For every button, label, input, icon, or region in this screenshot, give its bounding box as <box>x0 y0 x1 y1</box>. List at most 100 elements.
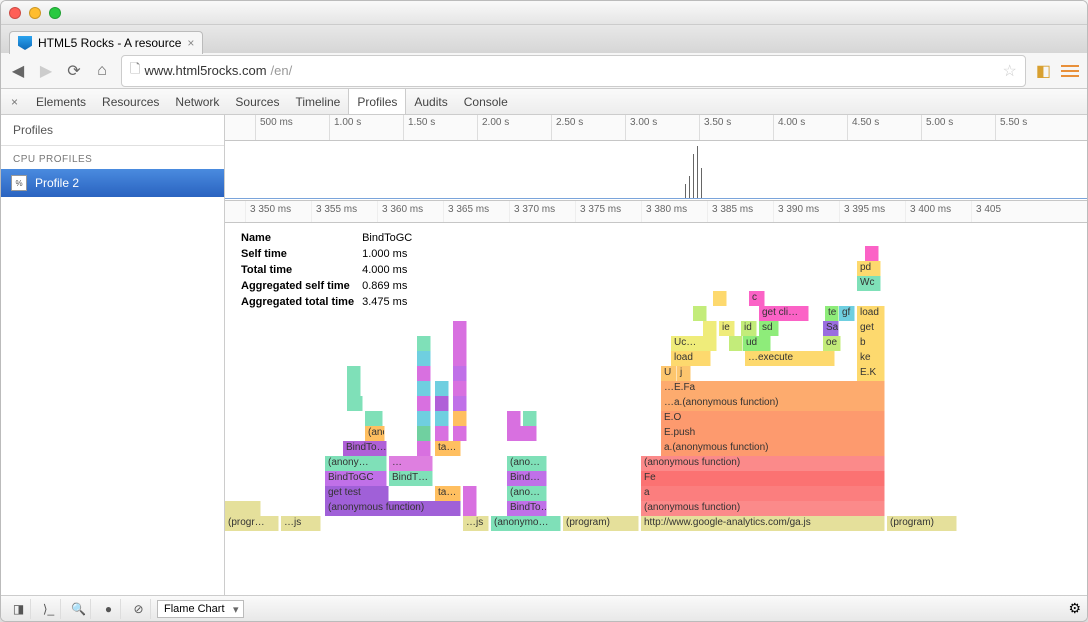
flame-bar[interactable]: sd <box>759 321 779 336</box>
flame-bar[interactable] <box>417 426 431 441</box>
flame-bar[interactable] <box>435 426 449 441</box>
bookmark-star-icon[interactable]: ☆ <box>1003 61 1017 81</box>
flame-bar[interactable] <box>417 366 431 381</box>
flame-bar[interactable] <box>453 381 467 396</box>
flame-bar[interactable] <box>417 381 431 396</box>
flame-bar[interactable] <box>453 396 467 411</box>
devtools-tab-profiles[interactable]: Profiles <box>348 89 406 114</box>
flame-bar[interactable]: (progr… <box>225 516 279 531</box>
flame-bar[interactable]: (anonymous function) <box>641 501 885 516</box>
settings-gear-icon[interactable]: ⚙ <box>1068 600 1081 617</box>
flame-bar[interactable]: E.O <box>661 411 885 426</box>
flame-bar[interactable]: Wc <box>857 276 881 291</box>
flame-bar[interactable]: gf <box>839 306 855 321</box>
flame-bar[interactable]: (program) <box>563 516 639 531</box>
flame-bar[interactable] <box>435 381 449 396</box>
flame-bar[interactable]: get test <box>325 486 389 501</box>
view-mode-select[interactable]: Flame Chart <box>157 600 244 618</box>
flame-bar[interactable]: ud <box>743 336 771 351</box>
flame-bar[interactable] <box>435 411 449 426</box>
flame-bar[interactable]: Uc… <box>671 336 717 351</box>
flame-bar[interactable]: Sa <box>823 321 839 336</box>
flame-bar[interactable]: pd <box>857 261 881 276</box>
flame-bar[interactable] <box>347 381 361 396</box>
flame-bar[interactable]: …execute <box>745 351 835 366</box>
flame-bar[interactable] <box>463 486 477 501</box>
flame-bar[interactable]: (anonymo… <box>491 516 561 531</box>
flame-bar[interactable]: get cli… <box>759 306 809 321</box>
extension-icon[interactable]: ◧ <box>1036 61 1051 81</box>
flame-bar[interactable]: (anony… <box>325 456 387 471</box>
reload-button[interactable]: ⟳ <box>65 62 83 80</box>
flame-bar[interactable]: a.(anonymous function) <box>661 441 885 456</box>
flame-bar[interactable] <box>453 426 467 441</box>
search-icon[interactable]: 🔍 <box>67 599 91 619</box>
flame-bar[interactable]: ta… <box>435 486 461 501</box>
flame-bar[interactable] <box>703 321 717 336</box>
flame-bar[interactable]: BindToGC <box>325 471 387 486</box>
flame-bar[interactable]: load <box>857 306 885 321</box>
flame-bar[interactable] <box>507 411 521 426</box>
flame-bar[interactable]: j <box>677 366 691 381</box>
devtools-tab-elements[interactable]: Elements <box>28 89 94 114</box>
record-icon[interactable]: ● <box>97 599 121 619</box>
flame-bar[interactable]: ta… <box>435 441 461 456</box>
flame-bar[interactable] <box>417 396 431 411</box>
flame-bar[interactable]: BindTo… <box>343 441 387 456</box>
flame-bar[interactable]: BindT… <box>389 471 433 486</box>
zoom-window-button[interactable] <box>49 7 61 19</box>
flame-bar[interactable] <box>365 411 383 426</box>
menu-icon[interactable] <box>1061 65 1079 77</box>
flame-bar[interactable] <box>347 396 363 411</box>
close-window-button[interactable] <box>9 7 21 19</box>
devtools-tab-timeline[interactable]: Timeline <box>287 89 348 114</box>
flame-bar[interactable]: …js <box>281 516 321 531</box>
flame-bar[interactable]: …js <box>463 516 489 531</box>
flame-bar[interactable] <box>453 411 467 426</box>
flame-bar[interactable]: U <box>661 366 677 381</box>
back-button[interactable]: ◀ <box>9 62 27 80</box>
dock-icon[interactable]: ◨ <box>7 599 31 619</box>
flame-bar[interactable]: ie <box>719 321 735 336</box>
overview-strip[interactable] <box>225 141 1087 201</box>
flame-bar[interactable]: E.K <box>857 366 885 381</box>
devtools-tab-console[interactable]: Console <box>456 89 516 114</box>
flame-bar[interactable] <box>865 246 879 261</box>
devtools-tab-sources[interactable]: Sources <box>227 89 287 114</box>
devtools-tab-audits[interactable]: Audits <box>406 89 455 114</box>
flame-bar[interactable]: http://www.google-analytics.com/ga.js <box>641 516 885 531</box>
forward-button[interactable]: ▶ <box>37 62 55 80</box>
home-button[interactable]: ⌂ <box>93 62 111 80</box>
flame-bar[interactable] <box>453 321 467 336</box>
flame-bar[interactable]: get <box>857 321 885 336</box>
console-toggle-icon[interactable]: ⟩_ <box>37 599 61 619</box>
flame-bar[interactable]: Fe <box>641 471 885 486</box>
flame-bar[interactable] <box>417 336 431 351</box>
flame-bar[interactable]: c <box>749 291 765 306</box>
flame-bar[interactable] <box>507 426 537 441</box>
flame-bar[interactable] <box>453 336 467 351</box>
flame-bar[interactable]: (program) <box>887 516 957 531</box>
flame-bar[interactable]: (anonymous function) <box>325 501 461 516</box>
browser-tab[interactable]: HTML5 Rocks - A resource × <box>9 31 203 54</box>
clear-icon[interactable]: ⊘ <box>127 599 151 619</box>
overview-ruler[interactable]: 500 ms1.00 s1.50 s2.00 s2.50 s3.00 s3.50… <box>225 115 1087 141</box>
flame-bar[interactable] <box>463 501 477 516</box>
flame-bar[interactable]: …E.Fa <box>661 381 885 396</box>
flame-bar[interactable] <box>693 306 707 321</box>
flame-bar[interactable]: (ano… <box>507 456 547 471</box>
minimize-window-button[interactable] <box>29 7 41 19</box>
flame-bar[interactable] <box>347 366 361 381</box>
devtools-tab-resources[interactable]: Resources <box>94 89 167 114</box>
flame-bar[interactable] <box>417 441 431 456</box>
flame-bar[interactable] <box>435 396 449 411</box>
sidebar-item-profile[interactable]: % Profile 2 <box>1 169 224 197</box>
flame-bar[interactable]: oe <box>823 336 841 351</box>
flame-bar[interactable]: Bind… <box>507 471 547 486</box>
flame-bar[interactable]: b <box>857 336 885 351</box>
flame-bar[interactable]: … <box>389 456 433 471</box>
flame-bar[interactable] <box>523 411 537 426</box>
flame-bar[interactable]: (ano… <box>365 426 385 441</box>
flame-bar[interactable] <box>713 291 727 306</box>
flame-bar[interactable] <box>417 351 431 366</box>
